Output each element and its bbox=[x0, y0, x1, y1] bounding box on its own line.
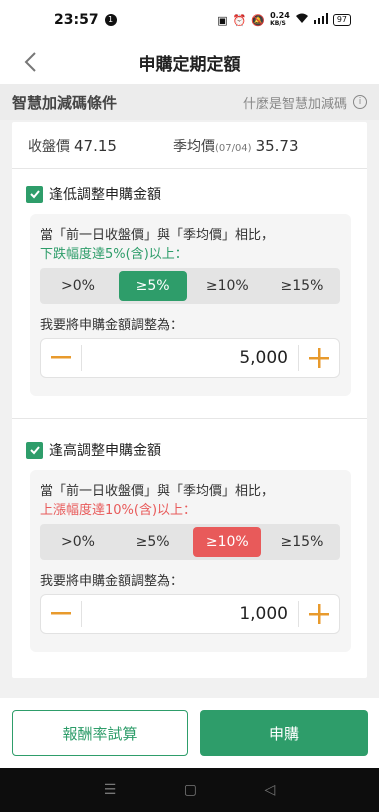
signal-icon bbox=[313, 13, 328, 27]
plus-icon bbox=[309, 348, 329, 368]
high-decrease-button[interactable] bbox=[41, 595, 81, 633]
high-amount-value[interactable]: 1,000 bbox=[82, 604, 298, 624]
alarm-icon: ⏰ bbox=[232, 13, 247, 27]
close-price-label: 收盤價 bbox=[28, 139, 70, 155]
network-speed-value: 0.24 bbox=[270, 11, 290, 20]
low-condition-highlight: 下跌幅度達5%(含)以上： bbox=[40, 247, 188, 262]
section-title-row: 智慧加減碼條件 什麼是智慧加減碼 i bbox=[0, 84, 379, 120]
page-title: 申購定期定額 bbox=[138, 54, 241, 75]
network-speed-unit: KB/S bbox=[270, 20, 286, 27]
low-amount-value[interactable]: 5,000 bbox=[82, 348, 298, 368]
bottom-action-bar: 報酬率試算 申購 bbox=[0, 698, 379, 768]
divider bbox=[12, 418, 367, 419]
system-nav-bar: ☰ ▢ ◁ bbox=[0, 768, 379, 812]
low-condition-desc: 當「前一日收盤價」與「季均價」相比， bbox=[40, 228, 275, 243]
low-option-10[interactable]: ≥10% bbox=[193, 271, 261, 301]
low-condition-header[interactable]: 逢低調整申購金額 bbox=[26, 184, 161, 204]
high-amount-stepper: 1,000 bbox=[40, 594, 340, 634]
low-condition-checkbox[interactable] bbox=[26, 185, 43, 203]
return-simulation-button[interactable]: 報酬率試算 bbox=[12, 710, 188, 756]
low-option-0[interactable]: >0% bbox=[44, 271, 112, 301]
low-threshold-selector: >0% ≥5% ≥10% ≥15% bbox=[40, 268, 340, 304]
high-option-0[interactable]: >0% bbox=[44, 527, 112, 557]
conditions-card: 收盤價 47.15 季均價 (07/04) 35.73 逢低調整申購金額 當「前… bbox=[12, 122, 367, 678]
low-option-5-selected[interactable]: ≥5% bbox=[118, 271, 187, 301]
price-row: 收盤價 47.15 季均價 (07/04) 35.73 bbox=[28, 136, 351, 156]
high-condition-header[interactable]: 逢高調整申購金額 bbox=[26, 440, 161, 460]
avg-price-label: 季均價 bbox=[172, 139, 215, 155]
high-condition-highlight: 上漲幅度達10%(含)以上： bbox=[40, 503, 197, 518]
menu-icon[interactable]: ☰ bbox=[104, 782, 117, 798]
battery-level: 97 bbox=[332, 14, 351, 26]
high-increase-button[interactable] bbox=[299, 595, 339, 633]
check-icon bbox=[29, 446, 40, 455]
wifi-icon bbox=[295, 13, 309, 27]
back-triangle-icon[interactable]: ◁ bbox=[264, 782, 275, 798]
minus-icon bbox=[51, 356, 71, 359]
high-option-10-selected[interactable]: ≥10% bbox=[193, 527, 262, 557]
what-is-smart-link[interactable]: 什麼是智慧加減碼 i bbox=[243, 93, 367, 112]
mute-icon: 🔕 bbox=[251, 13, 266, 27]
check-icon bbox=[29, 190, 40, 199]
notification-count-badge: 1 bbox=[104, 14, 117, 26]
high-condition-desc: 當「前一日收盤價」與「季均價」相比， bbox=[40, 484, 275, 499]
plus-icon bbox=[309, 604, 329, 624]
low-condition-box: 當「前一日收盤價」與「季均價」相比， 下跌幅度達5%(含)以上： >0% ≥5%… bbox=[30, 214, 351, 396]
status-icons: ▣ ⏰ 🔕 0.24 KB/S 97 bbox=[217, 12, 351, 28]
minus-icon bbox=[51, 612, 71, 615]
info-icon: i bbox=[353, 95, 367, 109]
high-option-15[interactable]: ≥15% bbox=[268, 527, 336, 557]
network-speed: 0.24 KB/S bbox=[270, 12, 290, 28]
home-icon[interactable]: ▢ bbox=[184, 782, 197, 798]
nfc-icon: ▣ bbox=[217, 13, 228, 27]
high-option-5[interactable]: ≥5% bbox=[119, 527, 187, 557]
status-time: 23:57 bbox=[54, 12, 99, 28]
status-bar: 23:57 1 ▣ ⏰ 🔕 0.24 KB/S 97 bbox=[0, 0, 379, 40]
high-threshold-selector: >0% ≥5% ≥10% ≥15% bbox=[40, 524, 340, 560]
low-condition-title: 逢低調整申購金額 bbox=[49, 187, 161, 203]
back-button[interactable] bbox=[20, 50, 44, 74]
high-condition-box: 當「前一日收盤價」與「季均價」相比， 上漲幅度達10%(含)以上： >0% ≥5… bbox=[30, 470, 351, 652]
subscribe-button[interactable]: 申購 bbox=[200, 710, 368, 756]
low-amount-label: 我要將申購金額調整為： bbox=[40, 318, 184, 333]
nav-header: 申購定期定額 bbox=[0, 40, 379, 84]
high-condition-title: 逢高調整申購金額 bbox=[49, 443, 161, 459]
info-link-label: 什麼是智慧加減碼 bbox=[242, 96, 347, 112]
section-title: 智慧加減碼條件 bbox=[12, 93, 118, 112]
high-amount-label: 我要將申購金額調整為： bbox=[40, 574, 184, 589]
low-option-15[interactable]: ≥15% bbox=[268, 271, 336, 301]
avg-price-value: 35.73 bbox=[255, 137, 299, 155]
low-amount-stepper: 5,000 bbox=[40, 338, 340, 378]
high-condition-checkbox[interactable] bbox=[26, 441, 43, 459]
avg-price-date: (07/04) bbox=[214, 143, 252, 154]
low-increase-button[interactable] bbox=[299, 339, 339, 377]
divider bbox=[12, 168, 367, 169]
chevron-left-icon bbox=[24, 52, 36, 72]
close-price-value: 47.15 bbox=[74, 137, 117, 155]
low-decrease-button[interactable] bbox=[41, 339, 81, 377]
